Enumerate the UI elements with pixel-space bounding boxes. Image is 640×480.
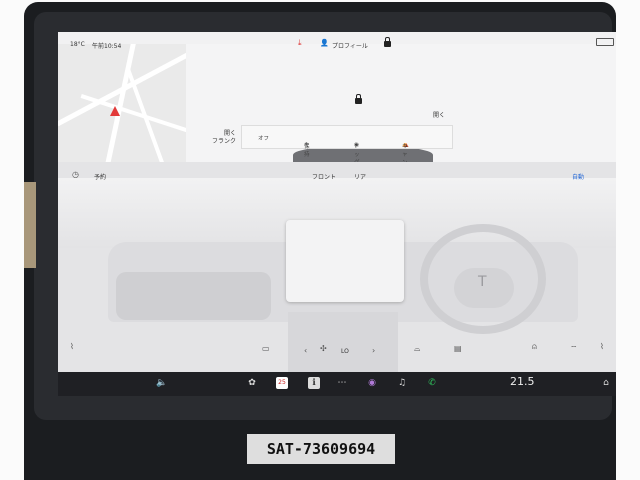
more-apps-icon[interactable]: ⋯ bbox=[336, 377, 348, 389]
tesla-logo-icon: T bbox=[478, 274, 487, 290]
taskbar: 🔈 ✿ 25 ℹ ⋯ ◉ ♫ ✆ 21.5 ⌂ bbox=[58, 372, 616, 396]
fan-decrease-icon[interactable]: ‹ bbox=[304, 346, 307, 355]
climate-keep-mode-bar: オフ ❄ 保持 ◉ ドッグ ⛺ キャンプ bbox=[241, 125, 453, 174]
steering-heat-icon[interactable]: ⍝ bbox=[532, 342, 537, 352]
download-icon[interactable]: ⤓ bbox=[298, 38, 302, 48]
tab-front[interactable]: フロント bbox=[312, 172, 336, 181]
center-console-illustration bbox=[288, 312, 398, 372]
profile-icon[interactable]: 👤 bbox=[320, 39, 329, 47]
navigation-arrow-icon bbox=[110, 106, 120, 116]
center-screen-illustration bbox=[286, 220, 404, 302]
open-trunk-label[interactable]: 開く bbox=[433, 112, 445, 120]
calendar-icon[interactable]: 25 bbox=[276, 377, 288, 389]
wiper-defog-icon[interactable]: ⌔ bbox=[570, 344, 578, 354]
dash-wood-trim bbox=[24, 182, 36, 268]
profile-label[interactable]: プロフィール bbox=[332, 41, 368, 50]
battery-icon bbox=[596, 38, 614, 46]
front-defrost-icon[interactable]: ⌓ bbox=[414, 344, 420, 354]
mode-off[interactable]: オフ bbox=[258, 134, 269, 142]
seat-heater-right-icon[interactable]: ⌇ bbox=[600, 342, 604, 351]
clock: 午前10:54 bbox=[92, 43, 122, 50]
status-bar: 18°C 午前10:54 ⤓ 👤 プロフィール bbox=[58, 32, 616, 54]
toybox-icon[interactable]: ✿ bbox=[246, 377, 258, 389]
navigation-map[interactable] bbox=[58, 44, 186, 162]
volume-icon[interactable]: 🔈 bbox=[156, 377, 168, 389]
recirculate-icon[interactable]: ▭ bbox=[262, 344, 270, 353]
open-frunk-label[interactable]: 開く フランク bbox=[212, 130, 236, 146]
music-icon[interactable]: ♫ bbox=[396, 377, 408, 389]
stock-id-label: SAT-73609694 bbox=[247, 434, 395, 464]
clock-icon[interactable]: ◷ bbox=[72, 170, 79, 179]
car-icon[interactable]: ⌂ bbox=[600, 377, 612, 389]
touchscreen: 18°C 午前10:54 ⤓ 👤 プロフィール 開く 開く フランク オフ ❄ … bbox=[58, 32, 616, 372]
manual-icon[interactable]: ℹ bbox=[308, 377, 320, 389]
schedule-label[interactable]: 予約 bbox=[94, 172, 106, 181]
glovebox-illustration bbox=[116, 272, 271, 320]
seat-heater-left-icon[interactable]: ⌇ bbox=[70, 342, 74, 351]
fan-increase-icon[interactable]: › bbox=[372, 346, 375, 355]
climate-panel: T ◷ 予約 フロント リア 自動 ⌇ ▭ ‹ ✣ LO › ⌓ ▤ ⍝ ⌔ ⌇ bbox=[58, 162, 616, 372]
phone-icon[interactable]: ✆ bbox=[426, 377, 438, 389]
calendar-day: 25 bbox=[278, 379, 286, 386]
rear-defrost-icon[interactable]: ▤ bbox=[454, 344, 462, 353]
fan-icon: ✣ bbox=[320, 344, 327, 353]
outside-temperature: 18°C bbox=[70, 41, 85, 48]
camera-icon[interactable]: ◉ bbox=[366, 377, 378, 389]
cabin-temperature[interactable]: 21.5 bbox=[510, 375, 535, 388]
fan-level: LO bbox=[341, 348, 349, 355]
tab-rear[interactable]: リア bbox=[354, 172, 366, 181]
auto-button[interactable]: 自動 bbox=[572, 172, 584, 181]
